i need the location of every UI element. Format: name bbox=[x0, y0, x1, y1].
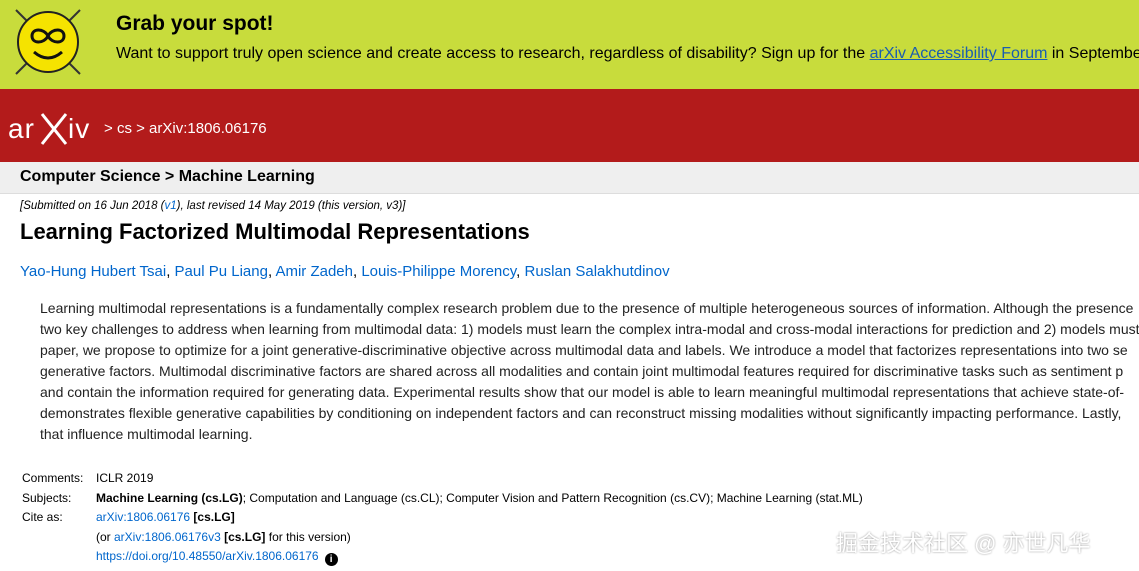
banner-title: Grab your spot! bbox=[116, 12, 274, 35]
abstract-line: that influence multimodal learning. bbox=[40, 426, 253, 442]
abstract-line: generative factors. Multimodal discrimin… bbox=[40, 363, 1124, 379]
dateline-suffix: ), last revised 14 May 2019 (this versio… bbox=[176, 200, 406, 212]
cite-version-suffix: for this version) bbox=[265, 530, 351, 544]
primary-subject: Machine Learning (cs.LG) bbox=[96, 491, 243, 505]
svg-text:ar: ar bbox=[8, 113, 35, 144]
version-v1-link[interactable]: v1 bbox=[165, 200, 177, 212]
author-link[interactable]: Yao-Hung Hubert Tsai bbox=[20, 263, 166, 280]
abstract-line: Learning multimodal representations is a… bbox=[40, 300, 1134, 316]
accessibility-smiley-icon bbox=[15, 9, 81, 75]
cite-version-category: [cs.LG] bbox=[220, 530, 266, 544]
author-link[interactable]: Amir Zadeh bbox=[275, 263, 353, 280]
banner-text: Want to support truly open science and c… bbox=[116, 45, 1139, 63]
breadcrumb-sep: > bbox=[104, 120, 117, 137]
author-link[interactable]: Louis-Philippe Morency bbox=[361, 263, 516, 280]
author-link[interactable]: Ruslan Salakhutdinov bbox=[525, 263, 670, 280]
watermark: 掘金技术社区 @ 亦世凡华 bbox=[836, 531, 1091, 556]
abstract-line: and contain the information required for… bbox=[40, 384, 1125, 400]
breadcrumb-sep: > bbox=[131, 120, 150, 137]
dateline-prefix: [Submitted on 16 Jun 2018 ( bbox=[20, 200, 165, 212]
abstract: Learning multimodal representations is a… bbox=[40, 298, 1139, 445]
cite-version-value: (or arXiv:1806.06176v3 [cs.LG] for this … bbox=[96, 530, 351, 544]
accessibility-banner: Grab your spot! Want to support truly op… bbox=[0, 0, 1139, 89]
breadcrumb-cs[interactable]: cs bbox=[117, 120, 132, 137]
subject-bar: Computer Science > Machine Learning bbox=[0, 162, 1139, 194]
cite-category: [cs.LG] bbox=[190, 510, 235, 524]
banner-text-suffix: in September bbox=[1047, 45, 1139, 62]
svg-text:iv: iv bbox=[68, 113, 90, 144]
accessibility-forum-link[interactable]: arXiv Accessibility Forum bbox=[870, 45, 1048, 62]
subjects-value: Machine Learning (cs.LG); Computation an… bbox=[96, 491, 863, 505]
cite-id-link[interactable]: arXiv:1806.06176 bbox=[96, 510, 190, 524]
other-subjects: ; Computation and Language (cs.CL); Comp… bbox=[242, 491, 863, 505]
paper-title: Learning Factorized Multimodal Represent… bbox=[20, 219, 530, 244]
breadcrumb-paper-id: arXiv:1806.06176 bbox=[149, 120, 267, 137]
comments-label: Comments: bbox=[22, 471, 84, 485]
author-list: Yao-Hung Hubert Tsai, Paul Pu Liang, Ami… bbox=[20, 263, 670, 280]
cite-label: Cite as: bbox=[22, 510, 63, 524]
abstract-line: demonstrates flexible generative capabil… bbox=[40, 405, 1122, 421]
doi-value: https://doi.org/10.48550/arXiv.1806.0617… bbox=[96, 549, 338, 566]
arxiv-logo-icon: ar iv bbox=[8, 113, 90, 145]
doi-link[interactable]: https://doi.org/10.48550/arXiv.1806.0617… bbox=[96, 549, 319, 563]
cite-version-link[interactable]: arXiv:1806.06176v3 bbox=[114, 530, 221, 544]
abstract-line: paper, we propose to optimize for a join… bbox=[40, 342, 1128, 358]
subject-heading: Computer Science > Machine Learning bbox=[20, 168, 315, 185]
cite-version-prefix: (or bbox=[96, 530, 114, 544]
banner-text-prefix: Want to support truly open science and c… bbox=[116, 45, 870, 62]
cite-value: arXiv:1806.06176 [cs.LG] bbox=[96, 510, 235, 524]
breadcrumb: > cs > arXiv:1806.06176 bbox=[104, 120, 267, 137]
submission-dateline: [Submitted on 16 Jun 2018 (v1), last rev… bbox=[20, 200, 405, 212]
comments-value: ICLR 2019 bbox=[96, 471, 154, 485]
abstract-line: two key challenges to address when learn… bbox=[40, 321, 1139, 337]
subjects-label: Subjects: bbox=[22, 491, 72, 505]
author-link[interactable]: Paul Pu Liang bbox=[175, 263, 268, 280]
info-icon[interactable]: i bbox=[324, 553, 338, 566]
